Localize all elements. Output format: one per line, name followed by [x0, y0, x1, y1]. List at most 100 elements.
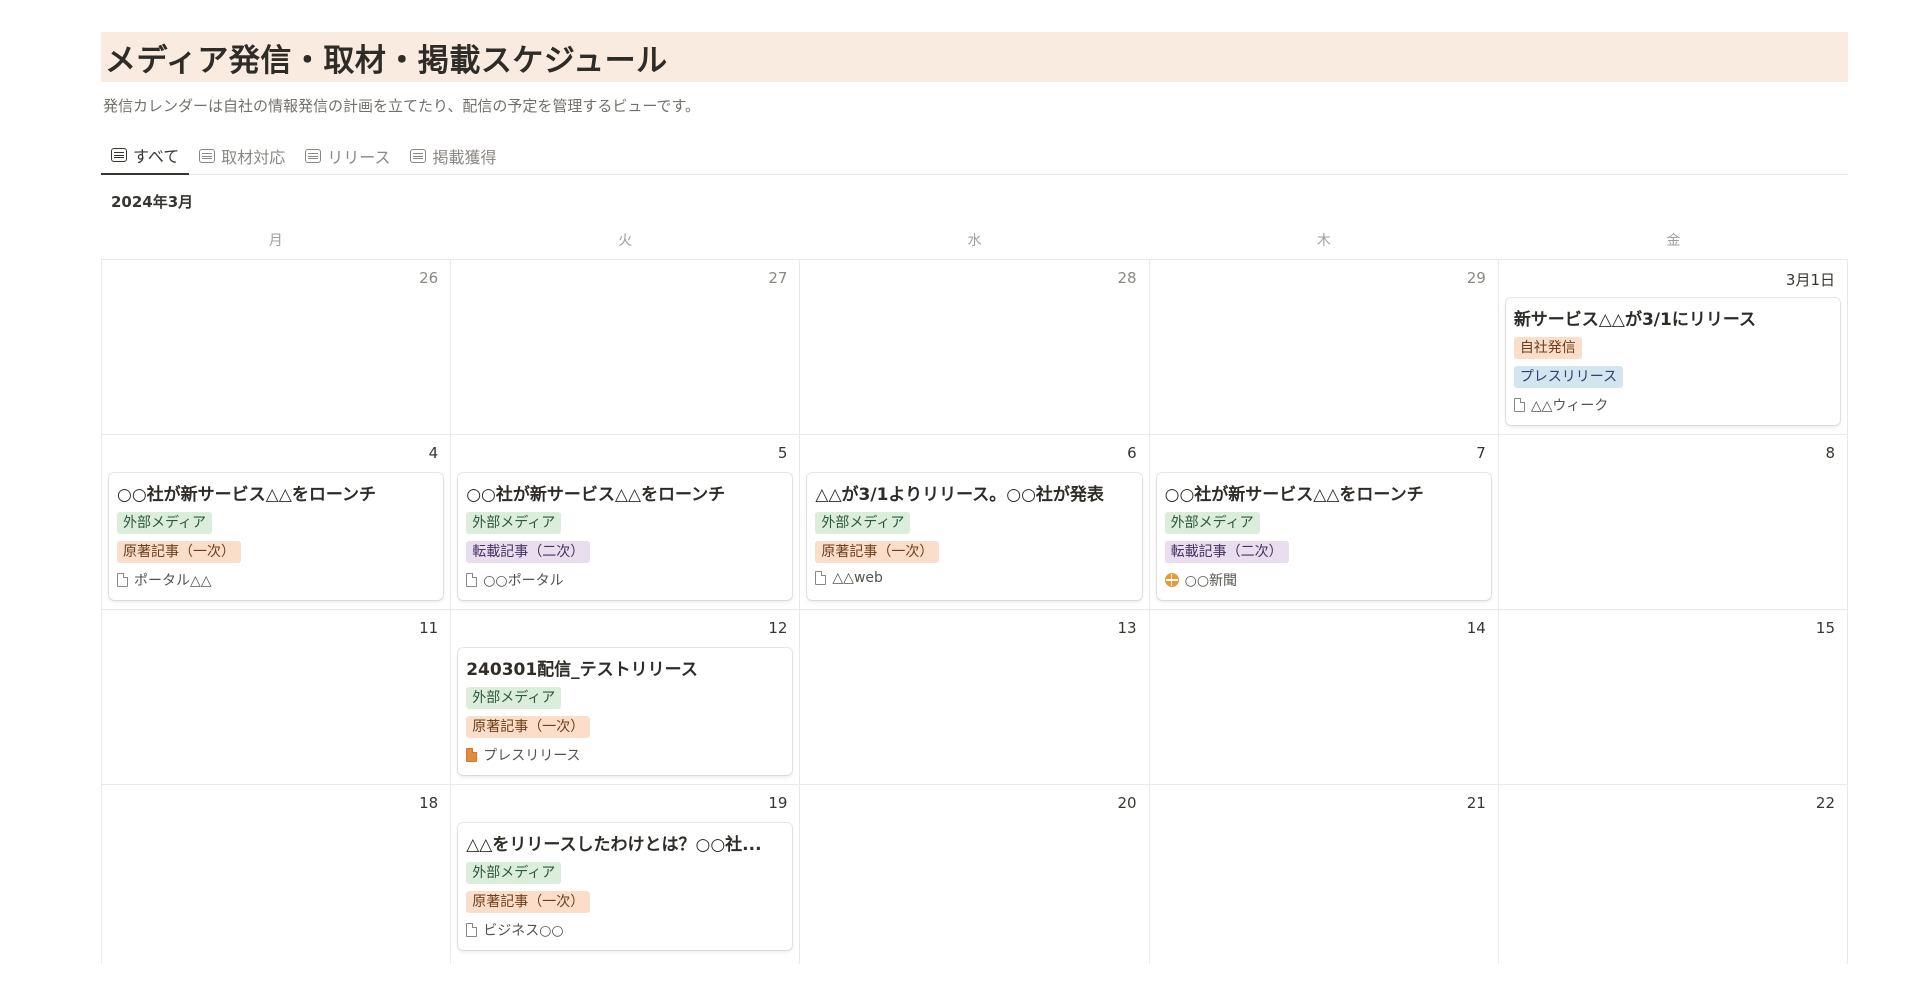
day-number: 12	[768, 619, 788, 637]
media-name: ビジネス○○	[483, 923, 564, 939]
page-description: 発信カレンダーは自社の情報発信の計画を立てたり、配信の予定を管理するビューです。	[103, 97, 701, 115]
event-title: ○○社が新サービス△△をローンチ	[117, 485, 376, 505]
media-name: △△ウィーク	[1530, 398, 1609, 414]
table-icon	[305, 149, 322, 163]
day-number: 19	[768, 794, 788, 812]
calendar-day[interactable]: 6 △△が3/1よりリリース。○○社が発表 外部メディア 原著記事（一次） △△…	[800, 435, 1150, 610]
type-tag: 転載記事（二次）	[1164, 541, 1289, 563]
calendar-day[interactable]: 19 △△をリリースしたわけとは？○○社... 外部メディア 原著記事（一次） …	[451, 785, 801, 964]
event-card[interactable]: △△が3/1よりリリース。○○社が発表 外部メディア 原著記事（一次） △△we…	[807, 473, 1142, 600]
tab-label: 掲載獲得	[432, 148, 497, 167]
calendar-day[interactable]: 18	[102, 785, 452, 964]
tab-all[interactable]: すべて	[101, 137, 190, 175]
calendar-day[interactable]: 20	[800, 785, 1150, 964]
day-number: 6	[1127, 444, 1137, 462]
document-icon	[466, 923, 478, 937]
event-card[interactable]: 新サービス△△が3/1にリリース 自社発信 プレスリリース △△ウィーク	[1505, 298, 1841, 425]
day-number: 14	[1466, 619, 1486, 637]
media-name: △△web	[832, 570, 883, 586]
table-icon	[199, 149, 216, 163]
calendar-day[interactable]: 26	[102, 260, 452, 435]
media-name: ○○新聞	[1184, 573, 1238, 589]
day-number: 4	[428, 444, 439, 462]
document-icon	[815, 571, 827, 585]
type-tag: 転載記事（二次）	[466, 541, 591, 563]
category-tag: 外部メディア	[466, 512, 562, 534]
calendar-day[interactable]: 28	[800, 260, 1150, 435]
type-tag: 原著記事（一次）	[815, 541, 940, 563]
category-tag: 外部メディア	[117, 512, 213, 534]
media-name: ○○ポータル	[483, 573, 564, 589]
calendar-grid: 26 27 28 29 3月1日 新サービス△△が3/1にリリース 自社発信 プ…	[101, 259, 1849, 964]
document-icon	[117, 573, 128, 587]
type-tag: 原著記事（一次）	[466, 716, 591, 738]
event-title: 240301配信_テストリリース	[466, 660, 698, 680]
tab-interviews[interactable]: 取材対応	[189, 137, 295, 175]
calendar-day[interactable]: 4 ○○社が新サービス△△をローンチ 外部メディア 原著記事（一次） ポータル△…	[102, 435, 452, 610]
calendar-day[interactable]: 15	[1498, 610, 1849, 785]
event-title: △△をリリースしたわけとは？○○社...	[466, 835, 762, 855]
calendar-day[interactable]: 8	[1498, 435, 1849, 610]
category-tag: 外部メディア	[1164, 512, 1260, 534]
day-number: 15	[1815, 619, 1836, 637]
media-outlet: ○○ポータル	[466, 570, 784, 590]
day-number: 7	[1476, 444, 1486, 462]
tab-coverage[interactable]: 掲載獲得	[400, 137, 506, 175]
tab-label: リリース	[327, 148, 391, 167]
tab-releases[interactable]: リリース	[295, 137, 400, 175]
weekday-label: 月	[268, 233, 283, 249]
calendar-day[interactable]: 7 ○○社が新サービス△△をローンチ 外部メディア 転載記事（二次） ○○新聞	[1149, 435, 1499, 610]
day-number: 21	[1466, 794, 1486, 812]
calendar-day[interactable]: 14	[1149, 610, 1499, 785]
tab-label: すべて	[133, 147, 180, 166]
globe-icon	[1164, 573, 1179, 587]
table-icon	[111, 148, 127, 162]
weekday-label: 木	[1316, 233, 1331, 249]
document-icon	[466, 573, 478, 587]
day-number: 11	[419, 619, 439, 637]
calendar-day[interactable]: 13	[800, 610, 1150, 785]
day-number: 3月1日	[1785, 271, 1836, 289]
event-card[interactable]: ○○社が新サービス△△をローンチ 外部メディア 原著記事（一次） ポータル△△	[109, 473, 444, 600]
page-title: メディア発信・取材・掲載スケジュール	[105, 42, 668, 79]
weekday-label: 水	[967, 233, 982, 249]
day-number: 20	[1117, 794, 1137, 812]
document-icon	[1513, 398, 1525, 412]
page-title-bar: メディア発信・取材・掲載スケジュール	[101, 32, 1848, 82]
event-title: ○○社が新サービス△△をローンチ	[466, 485, 726, 505]
category-tag: 外部メディア	[815, 512, 911, 534]
category-tag: 外部メディア	[466, 862, 562, 884]
calendar-day[interactable]: 22	[1499, 785, 1849, 964]
event-card[interactable]: 240301配信_テストリリース 外部メディア 原著記事（一次） プレスリリース	[458, 648, 793, 775]
category-tag: 外部メディア	[466, 687, 562, 709]
event-card[interactable]: △△をリリースしたわけとは？○○社... 外部メディア 原著記事（一次） ビジネ…	[458, 823, 793, 950]
event-title: 新サービス△△が3/1にリリース	[1513, 310, 1756, 330]
day-number: 8	[1825, 444, 1836, 462]
calendar-day[interactable]: 11	[102, 610, 452, 785]
event-title: ○○社が新サービス△△をローンチ	[1164, 485, 1424, 505]
media-name: プレスリリース	[483, 748, 581, 764]
media-name: ポータル△△	[134, 573, 212, 589]
calendar-week: 26 27 28 29 3月1日 新サービス△△が3/1にリリース 自社発信 プ…	[102, 260, 1849, 435]
calendar-day[interactable]: 5 ○○社が新サービス△△をローンチ 外部メディア 転載記事（二次） ○○ポータ…	[451, 435, 801, 610]
day-number: 27	[768, 269, 788, 287]
media-outlet: △△web	[815, 570, 1133, 586]
event-card[interactable]: ○○社が新サービス△△をローンチ 外部メディア 転載記事（二次） ○○ポータル	[458, 473, 793, 600]
media-outlet: プレスリリース	[466, 745, 784, 765]
view-tabs: すべて 取材対応 リリース 掲載獲得	[101, 137, 1848, 175]
event-card[interactable]: ○○社が新サービス△△をローンチ 外部メディア 転載記事（二次） ○○新聞	[1156, 473, 1491, 600]
type-tag: プレスリリース	[1513, 366, 1624, 388]
calendar-day[interactable]: 3月1日 新サービス△△が3/1にリリース 自社発信 プレスリリース △△ウィー…	[1498, 260, 1849, 435]
day-number: 22	[1815, 794, 1836, 812]
day-number: 28	[1117, 269, 1137, 287]
weekday-header: 月 火 水 木 金	[101, 230, 1848, 250]
type-tag: 原著記事（一次）	[466, 891, 591, 913]
media-outlet: ○○新聞	[1164, 570, 1483, 590]
calendar-day[interactable]: 29	[1149, 260, 1499, 435]
calendar-day[interactable]: 21	[1150, 785, 1499, 964]
calendar-day[interactable]: 27	[451, 260, 801, 435]
calendar-week: 4 ○○社が新サービス△△をローンチ 外部メディア 原著記事（一次） ポータル△…	[102, 435, 1849, 610]
weekday-label: 火	[618, 233, 633, 249]
calendar-day[interactable]: 12 240301配信_テストリリース 外部メディア 原著記事（一次） プレスリ…	[451, 610, 801, 785]
day-number: 29	[1466, 269, 1486, 287]
